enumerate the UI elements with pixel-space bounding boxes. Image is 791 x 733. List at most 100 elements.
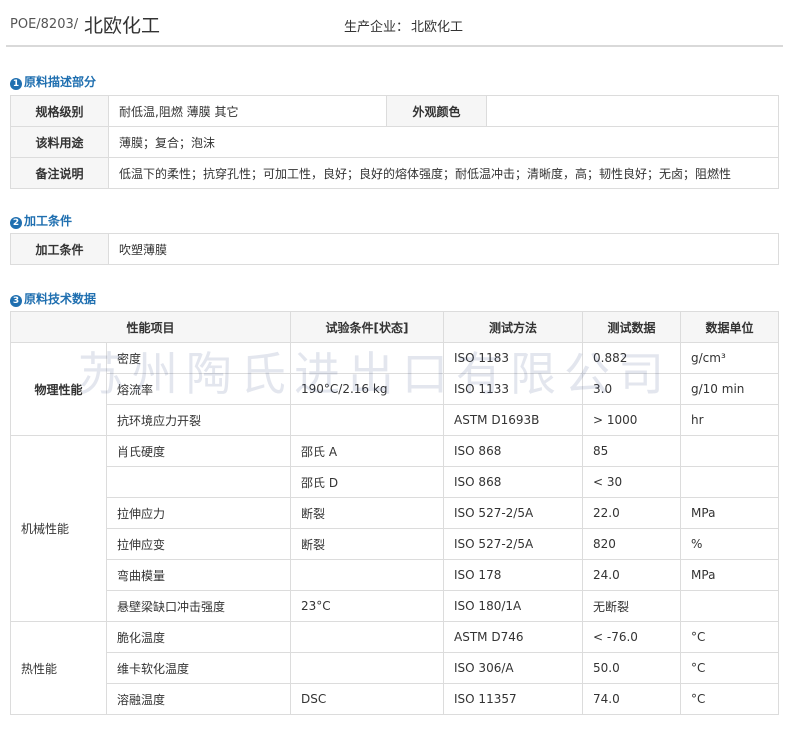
cell-property: 脆化温度 [105,621,292,653]
use-label: 该料用途 [10,126,109,158]
table-row: 熔流率 190°C/2.16 kg ISO 1133 3.0 g/10 min [11,373,780,405]
cell-condition [290,621,445,653]
section-number-icon: 2 [10,217,22,229]
section-title-text: 原料技术数据 [24,292,97,306]
cell-method: ISO 1183 [443,342,584,374]
cell-method: ISO 868 [443,466,584,498]
cell-property: 弯曲模量 [105,559,292,591]
cell-method: ISO 1133 [443,373,584,405]
color-label: 外观颜色 [386,95,487,127]
table-row: 抗环境应力开裂 ASTM D1693B > 1000 hr [11,404,780,436]
cell-method: ASTM D1693B [443,404,584,436]
cell-condition: 断裂 [290,497,445,529]
table-row: 机械性能 肖氏硬度 邵氏 A ISO 868 85 [10,435,780,622]
page-header: POE/8203/ 北欧化工 生产企业： 北欧化工 [0,0,791,47]
producer: 生产企业： 北欧化工 [344,16,463,35]
cell-unit: hr [680,404,780,436]
cell-condition [290,342,445,374]
brand-name: 北欧化工 [84,15,161,37]
header-divider [6,45,783,47]
group-physical: 物理性能 [10,342,107,436]
cell-unit [680,435,780,467]
cell-property: 肖氏硬度 [105,435,292,467]
table-row: 溶融温度 DSC ISO 11357 74.0 °C [11,683,780,715]
cell-value: 22.0 [582,497,682,529]
header-condition: 试验条件[状态] [290,311,445,343]
cell-value: 50.0 [582,652,682,684]
technical-data-table: 性能项目 试验条件[状态] 测试方法 测试数据 数据单位 物理性能 密度 ISO… [9,311,780,715]
producer-label: 生产企业： [344,20,410,35]
group-thermal: 热性能 [10,621,107,715]
cell-condition: 邵氏 D [290,466,445,498]
cell-unit: g/10 min [680,373,780,405]
color-value [486,95,779,127]
cell-property: 密度 [105,342,292,374]
cell-property: 拉伸应力 [105,497,292,529]
cell-property [105,466,292,498]
cell-unit: MPa [680,497,780,529]
cell-unit: °C [680,621,780,653]
processing-value: 吹塑薄膜 [108,233,779,265]
cell-value: 0.882 [582,342,682,374]
spec-label: 规格级别 [10,95,109,127]
cell-unit: MPa [680,559,780,591]
grade-code: POE/8203/ [10,17,79,32]
cell-condition: 邵氏 A [290,435,445,467]
cell-method: ISO 180/1A [443,590,584,622]
cell-value: 3.0 [582,373,682,405]
table-row: 热性能 脆化温度 ASTM D746 < -76.0 °C [10,621,780,715]
cell-condition [290,404,445,436]
table-row: 备注说明 低温下的柔性；抗穿孔性；可加工性，良好；良好的熔体强度；耐低温冲击；清… [10,157,779,189]
cell-condition [290,652,445,684]
description-table: 规格级别 耐低温,阻燃 薄膜 其它 外观颜色 该料用途 薄膜；复合；泡沫 备注说… [10,95,779,189]
cell-property: 拉伸应变 [105,528,292,560]
cell-unit: °C [680,652,780,684]
cell-condition: 23°C [290,590,445,622]
cell-unit [680,590,780,622]
table-row: 该料用途 薄膜；复合；泡沫 [10,126,779,158]
table-row: 拉伸应力 断裂 ISO 527-2/5A 22.0 MPa [11,497,780,529]
section-title-processing: 2 加工条件 [10,212,72,229]
header-unit: 数据单位 [680,311,780,343]
cell-value: < -76.0 [582,621,682,653]
note-value: 低温下的柔性；抗穿孔性；可加工性，良好；良好的熔体强度；耐低温冲击；清晰度，高；… [108,157,779,189]
cell-property: 抗环境应力开裂 [105,404,292,436]
cell-value: 24.0 [582,559,682,591]
group-mechanical: 机械性能 [10,435,107,622]
table-row: 加工条件 吹塑薄膜 [10,233,779,265]
cell-condition: 190°C/2.16 kg [290,373,445,405]
table-row: 悬壁梁缺口冲击强度 23°C ISO 180/1A 无断裂 [11,590,780,622]
cell-property: 熔流率 [105,373,292,405]
cell-property: 溶融温度 [105,683,292,715]
cell-method: ISO 306/A [443,652,584,684]
processing-table: 加工条件 吹塑薄膜 [10,233,779,265]
cell-condition: DSC [290,683,445,715]
cell-method: ISO 11357 [443,683,584,715]
table-header-row: 性能项目 试验条件[状态] 测试方法 测试数据 数据单位 [9,311,780,343]
cell-method: ISO 868 [443,435,584,467]
cell-value: 无断裂 [582,590,682,622]
cell-condition: 断裂 [290,528,445,560]
section-number-icon: 3 [10,295,22,307]
header-property: 性能项目 [9,311,292,343]
cell-value: > 1000 [582,404,682,436]
cell-method: ISO 178 [443,559,584,591]
header-method: 测试方法 [443,311,584,343]
note-label: 备注说明 [10,157,109,189]
cell-method: ISO 527-2/5A [443,497,584,529]
cell-property: 维卡软化温度 [105,652,292,684]
cell-unit: % [680,528,780,560]
table-row: 弯曲模量 ISO 178 24.0 MPa [11,559,780,591]
producer-value: 北欧化工 [411,20,464,35]
cell-unit: g/cm³ [680,342,780,374]
section-title-text: 原料描述部分 [24,75,97,89]
section-title-description: 1 原料描述部分 [10,73,96,90]
section-title-technical: 3 原料技术数据 [10,290,96,307]
table-row: 邵氏 D ISO 868 < 30 [11,466,780,498]
header-value: 测试数据 [582,311,682,343]
cell-property: 悬壁梁缺口冲击强度 [105,590,292,622]
cell-value: 74.0 [582,683,682,715]
table-row: 拉伸应变 断裂 ISO 527-2/5A 820 % [11,528,780,560]
table-row: 维卡软化温度 ISO 306/A 50.0 °C [11,652,780,684]
cell-unit: °C [680,683,780,715]
